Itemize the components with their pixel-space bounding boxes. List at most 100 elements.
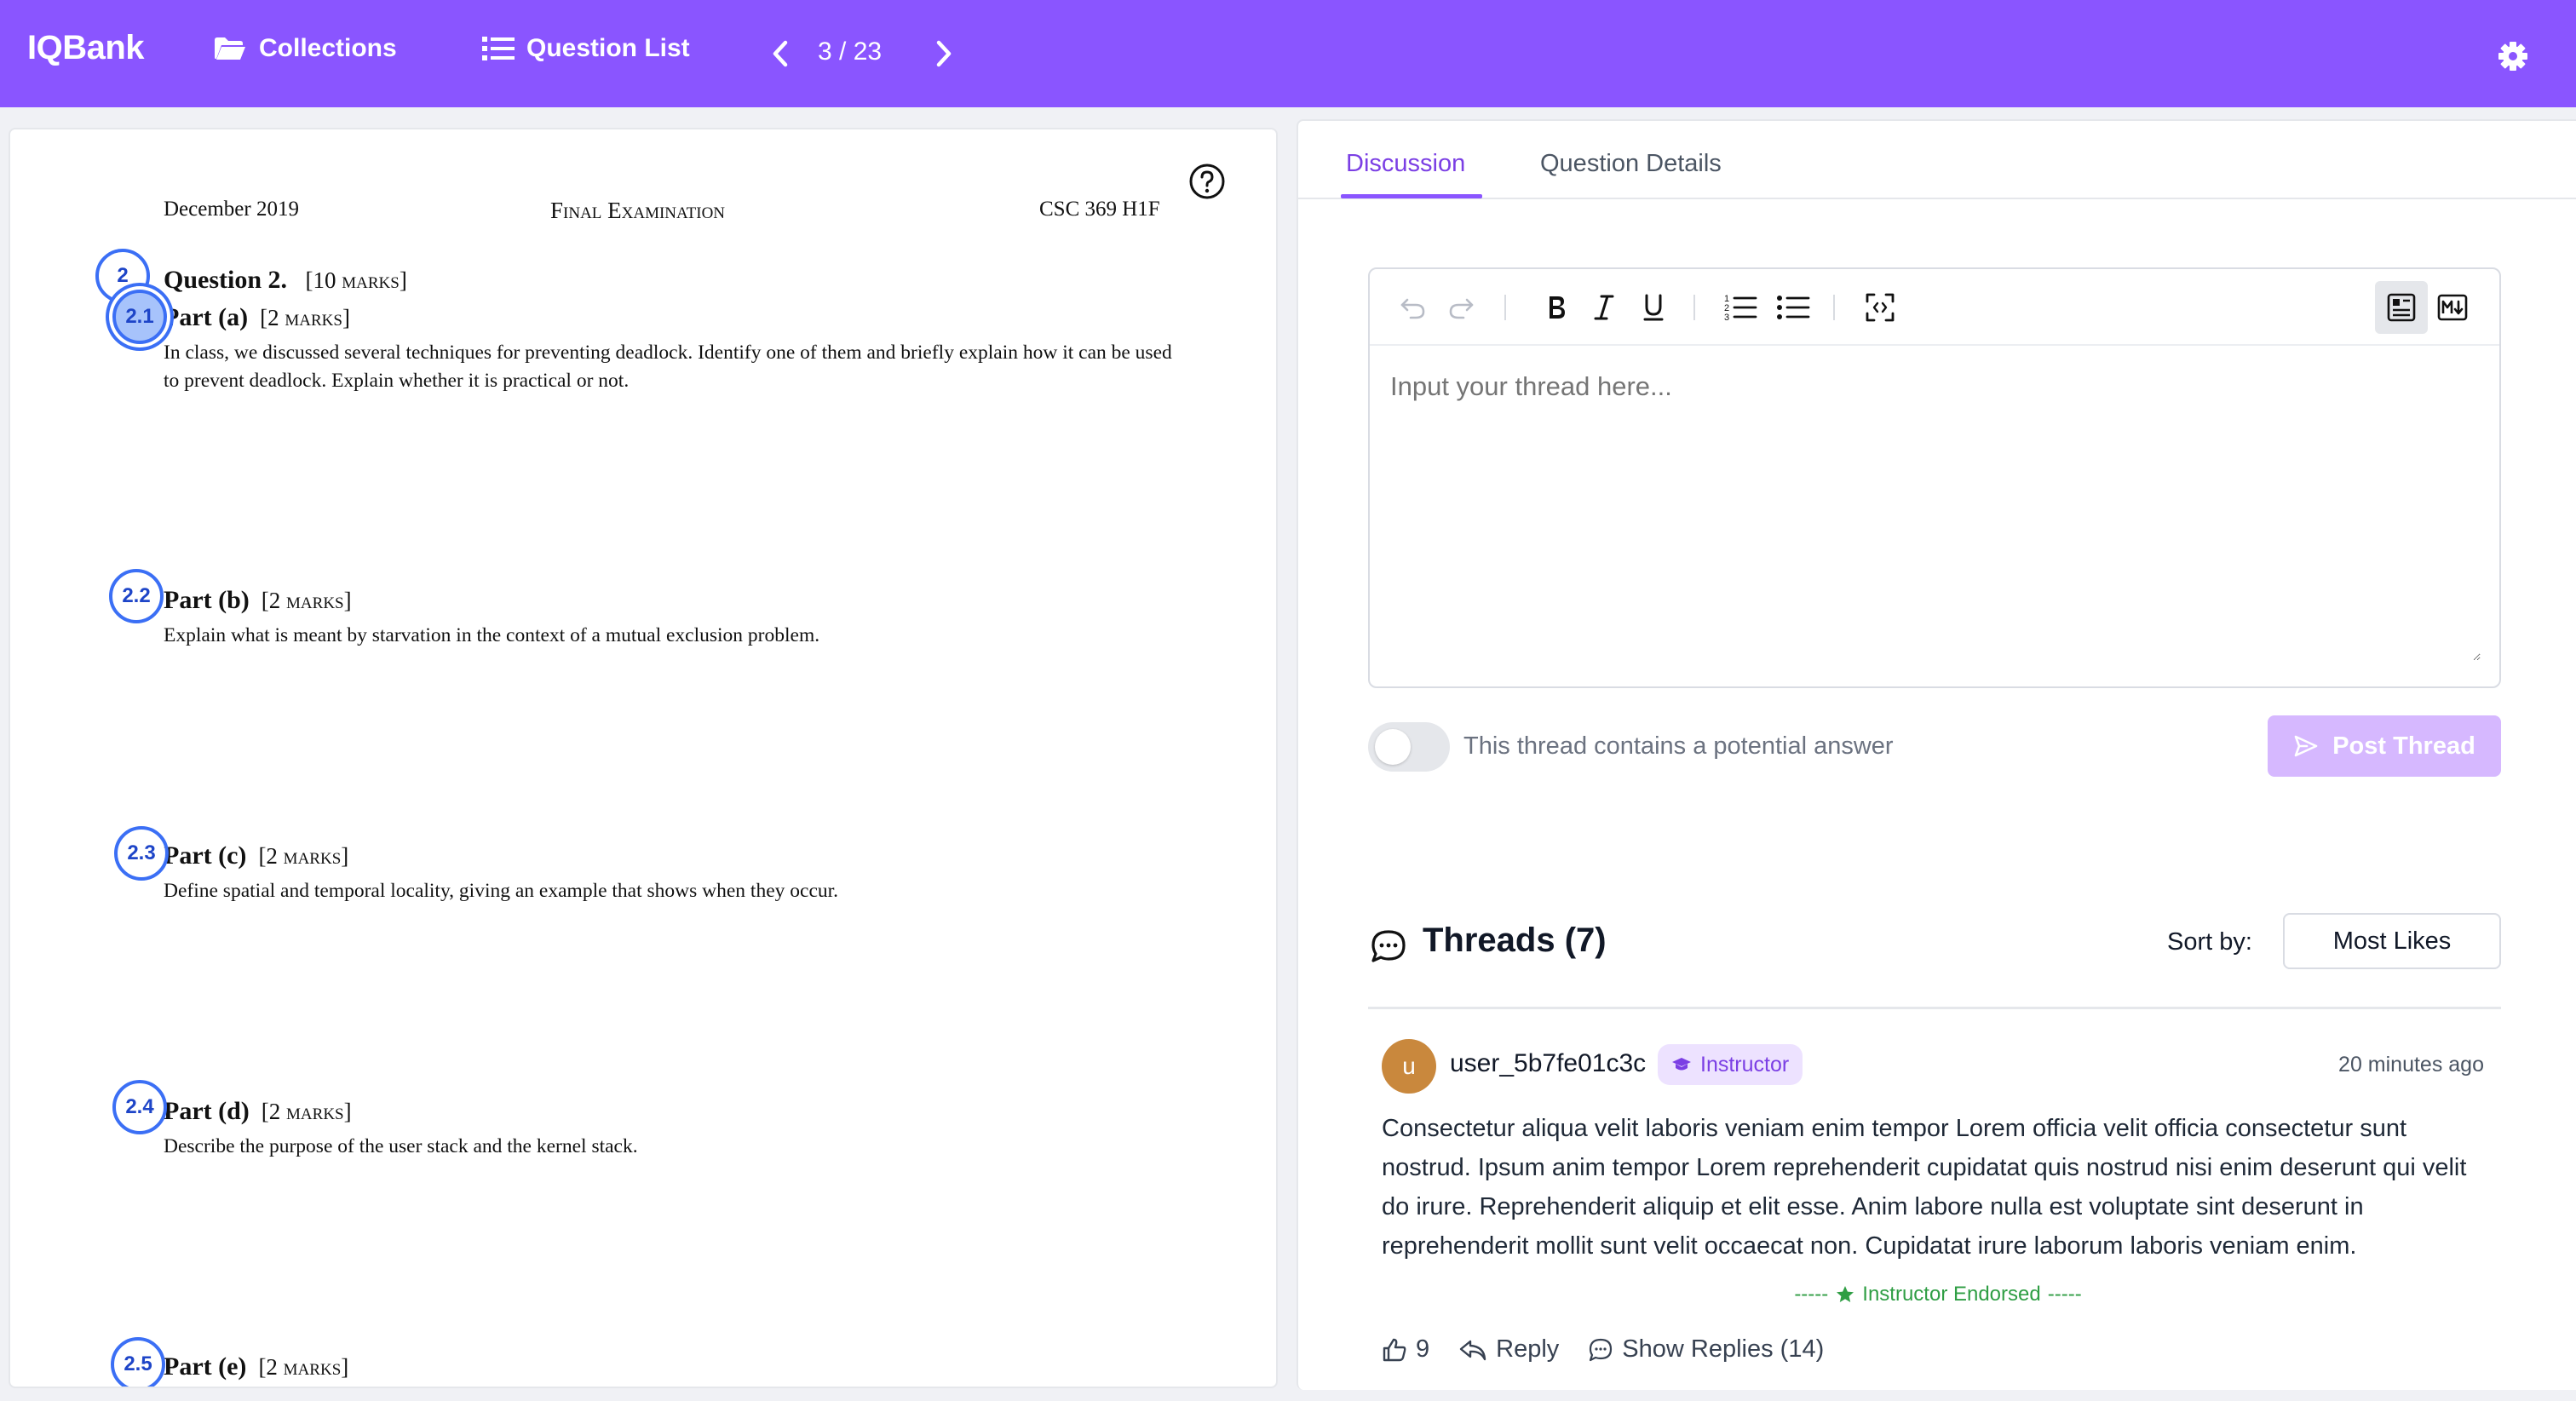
part-badge-2-3[interactable]: 2.3 xyxy=(114,826,169,881)
folder-open-icon xyxy=(215,37,245,60)
toolbar-divider xyxy=(1833,295,1835,320)
exam-title: Final Examination xyxy=(550,198,726,223)
bold-icon xyxy=(1550,296,1565,319)
part-title: Part (b) xyxy=(164,586,250,614)
part-d-heading: Part (d) [2 marks] xyxy=(164,1097,352,1126)
question-title: Question 2. xyxy=(164,266,288,294)
toolbar-divider xyxy=(1693,295,1695,320)
part-c-heading: Part (c) [2 marks] xyxy=(164,841,348,870)
collections-link[interactable]: Collections xyxy=(213,34,397,63)
star-icon xyxy=(1837,1286,1854,1302)
help-button[interactable] xyxy=(1187,162,1227,201)
part-badge-2-2[interactable]: 2.2 xyxy=(109,569,164,623)
toggle-knob xyxy=(1375,729,1411,765)
endorsed-dashes: ----- xyxy=(1794,1283,1829,1306)
part-badge-2-5[interactable]: 2.5 xyxy=(111,1337,165,1387)
endorsed-label: Instructor Endorsed xyxy=(1862,1283,2041,1306)
question-list-label: Question List xyxy=(526,34,690,62)
ordered-list-icon: 123 xyxy=(1724,294,1757,323)
top-navigation-bar: IQBank Collections Question List 3 / 23 xyxy=(0,0,2576,107)
part-marks: [2 marks] xyxy=(261,1099,352,1124)
tab-discussion[interactable]: Discussion xyxy=(1346,150,1465,178)
send-icon xyxy=(2294,735,2318,757)
threads-divider xyxy=(1368,1007,2501,1009)
like-count: 9 xyxy=(1416,1335,1430,1363)
part-title: Part (e) xyxy=(164,1352,247,1381)
reply-icon xyxy=(1459,1340,1486,1360)
active-tab-indicator xyxy=(1341,194,1482,198)
sort-dropdown[interactable]: Most Likes xyxy=(2283,913,2501,969)
part-title: Part (c) xyxy=(164,841,247,870)
show-replies-label: Show Replies (14) xyxy=(1622,1335,1825,1363)
part-title: Part (a) xyxy=(164,303,249,331)
panel-tabs: Discussion Question Details xyxy=(1298,121,2576,199)
rich-text-mode-button[interactable] xyxy=(2375,281,2428,334)
part-e-heading: Part (e) [2 marks] xyxy=(164,1352,348,1381)
undo-icon xyxy=(1400,298,1425,319)
show-replies-button[interactable]: Show Replies (14) xyxy=(1588,1335,1824,1364)
role-badge: Instructor xyxy=(1658,1044,1803,1085)
thread-input[interactable] xyxy=(1390,371,2481,661)
thread-actions: 9 Reply Show Replies (14) xyxy=(1382,1335,1853,1364)
chevron-right-icon xyxy=(936,40,952,67)
fullscreen-button[interactable] xyxy=(1860,288,1900,327)
part-badge-2-1[interactable]: 2.1 xyxy=(112,290,167,344)
undo-button[interactable] xyxy=(1394,288,1433,327)
like-button[interactable]: 9 xyxy=(1382,1335,1429,1364)
toolbar-divider xyxy=(1504,295,1506,320)
fullscreen-icon xyxy=(1866,293,1895,322)
reply-label: Reply xyxy=(1496,1335,1560,1363)
exam-date: December 2019 xyxy=(164,198,299,221)
next-question-button[interactable] xyxy=(927,34,961,73)
graduation-cap-icon xyxy=(1672,1058,1691,1071)
list-icon xyxy=(482,37,515,60)
tab-question-details[interactable]: Question Details xyxy=(1540,150,1722,178)
ordered-list-button[interactable]: 123 xyxy=(1721,288,1760,327)
settings-button[interactable] xyxy=(2494,37,2532,75)
sort-label: Sort by: xyxy=(2167,928,2252,956)
course-code: CSC 369 H1F xyxy=(1039,198,1160,221)
part-b-text: Explain what is meant by starvation in t… xyxy=(164,624,820,646)
collections-label: Collections xyxy=(259,34,397,62)
bold-button[interactable] xyxy=(1537,288,1576,327)
part-a-text: In class, we discussed several technique… xyxy=(164,342,1172,392)
part-d-text: Describe the purpose of the user stack a… xyxy=(164,1135,638,1157)
italic-button[interactable] xyxy=(1584,288,1624,327)
underline-button[interactable] xyxy=(1634,288,1673,327)
thumbs-up-icon xyxy=(1383,1338,1406,1361)
part-marks: [2 marks] xyxy=(258,843,349,869)
markdown-mode-icon xyxy=(2437,294,2468,321)
chat-bubble-icon xyxy=(1590,1338,1613,1361)
markdown-mode-button[interactable] xyxy=(2433,288,2472,327)
thread-author[interactable]: user_5b7fe01c3c xyxy=(1450,1049,1646,1078)
part-badge-2-4[interactable]: 2.4 xyxy=(112,1080,167,1134)
question-pager-count: 3 / 23 xyxy=(818,37,883,66)
question-mark-circle-icon xyxy=(1189,164,1225,199)
question-pdf-viewer[interactable]: December 2019 Final Examination CSC 369 … xyxy=(9,128,1278,1388)
bullet-list-icon xyxy=(1777,296,1810,319)
post-thread-button[interactable]: Post Thread xyxy=(2268,715,2501,777)
potential-answer-toggle[interactable] xyxy=(1368,722,1450,772)
chevron-left-icon xyxy=(773,40,788,67)
part-b-heading: Part (b) [2 marks] xyxy=(164,586,352,615)
part-marks: [2 marks] xyxy=(258,1354,349,1380)
discussion-panel: Discussion Question Details 123 Input yo… xyxy=(1297,119,2576,1390)
editor-toolbar: 123 xyxy=(1370,269,2499,346)
chat-bubbles-icon xyxy=(1368,927,1409,967)
svg-text:3: 3 xyxy=(1724,313,1729,323)
endorsed-dashes: ----- xyxy=(2047,1283,2082,1306)
thread-body: Consectetur aliqua velit laboris veniam … xyxy=(1382,1115,2467,1260)
thread-timestamp: 20 minutes ago xyxy=(2338,1053,2484,1077)
redo-button[interactable] xyxy=(1441,288,1481,327)
app-logo[interactable]: IQBank xyxy=(27,29,145,67)
part-marks: [2 marks] xyxy=(261,588,352,613)
gear-icon xyxy=(2498,42,2527,71)
italic-icon xyxy=(1594,295,1614,320)
previous-question-button[interactable] xyxy=(763,34,797,73)
question-list-link[interactable]: Question List xyxy=(482,34,690,63)
role-label: Instructor xyxy=(1700,1052,1790,1077)
redo-icon xyxy=(1449,298,1474,319)
thread-editor: 123 xyxy=(1368,267,2501,688)
reply-button[interactable]: Reply xyxy=(1458,1335,1559,1364)
bullet-list-button[interactable] xyxy=(1774,288,1813,327)
